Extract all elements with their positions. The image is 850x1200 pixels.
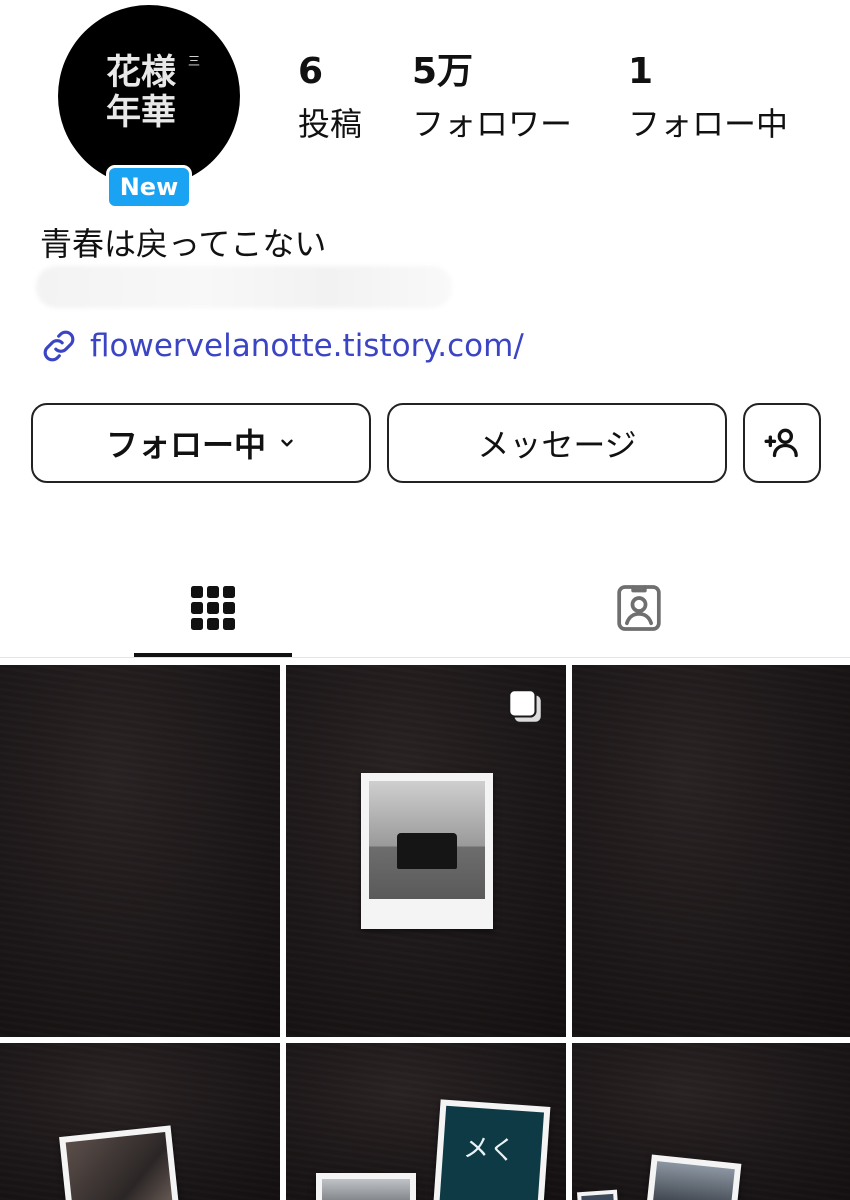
posts-count: 6: [298, 51, 324, 92]
followers-label: フォロワー: [412, 105, 573, 143]
polaroid-photo: [59, 1125, 181, 1200]
post-thumbnail[interactable]: [572, 665, 850, 1037]
following-count: 1: [628, 51, 654, 92]
following-button[interactable]: フォロー中: [31, 403, 371, 483]
post-thumbnail[interactable]: [0, 665, 280, 1037]
tab-divider: [0, 657, 850, 658]
stat-posts[interactable]: 6 投稿: [298, 50, 362, 147]
polaroid-photo: [316, 1173, 416, 1200]
profile-link[interactable]: flowervelanotte.tistory.com/: [40, 326, 524, 366]
tab-tagged[interactable]: [560, 558, 718, 658]
carousel-icon: [508, 689, 541, 722]
photo: [369, 781, 485, 899]
following-button-label: フォロー中: [105, 426, 266, 464]
message-button-label: メッセージ: [477, 426, 637, 464]
polaroid-photo: [577, 1189, 619, 1200]
add-person-button[interactable]: [743, 403, 821, 483]
chevron-down-icon: [281, 439, 293, 447]
redacted-bio-line: [36, 266, 452, 308]
stat-followers[interactable]: 5万 フォロワー: [412, 50, 572, 147]
photo: [322, 1179, 410, 1200]
avatar-logo-line2: 年華: [106, 93, 177, 133]
photo-card-text: メく: [438, 1105, 544, 1200]
photo: [651, 1161, 735, 1200]
link-icon: [43, 330, 75, 362]
new-badge: New: [106, 165, 192, 209]
message-button[interactable]: メッセージ: [387, 403, 727, 483]
post-thumbnail[interactable]: [0, 1043, 280, 1200]
profile-page: 花様 年華 三 New 6 投稿 5万 フォロワー 1 フォロー中 青春は戻って…: [0, 0, 850, 1200]
avatar-mark: 三: [188, 54, 201, 68]
grid-icon: [191, 586, 235, 630]
photo: [581, 1193, 615, 1200]
photo: [65, 1132, 175, 1200]
post-thumbnail[interactable]: [572, 1043, 850, 1200]
followers-count: 5万: [412, 51, 474, 92]
people-silhouette: [397, 833, 457, 869]
link-text[interactable]: flowervelanotte.tistory.com/: [90, 326, 524, 366]
polaroid-photo: [644, 1154, 742, 1200]
stat-following[interactable]: 1 フォロー中: [628, 50, 788, 147]
posts-label: 投稿: [298, 105, 363, 143]
avatar-logo: 花様 年華: [106, 53, 186, 133]
post-thumbnail[interactable]: [286, 665, 566, 1037]
tab-posts-grid[interactable]: [134, 558, 292, 658]
polaroid-photo: メく: [431, 1099, 551, 1200]
add-person-icon: [764, 428, 798, 458]
avatar-logo-line1: 花様: [106, 53, 177, 93]
avatar[interactable]: 花様 年華 三: [58, 5, 240, 187]
post-thumbnail[interactable]: メく: [286, 1043, 566, 1200]
polaroid-photo: [361, 773, 493, 929]
bio-text: 青春は戻ってこない: [40, 225, 327, 263]
tagged-person-icon: [617, 585, 661, 631]
following-label: フォロー中: [628, 105, 789, 143]
